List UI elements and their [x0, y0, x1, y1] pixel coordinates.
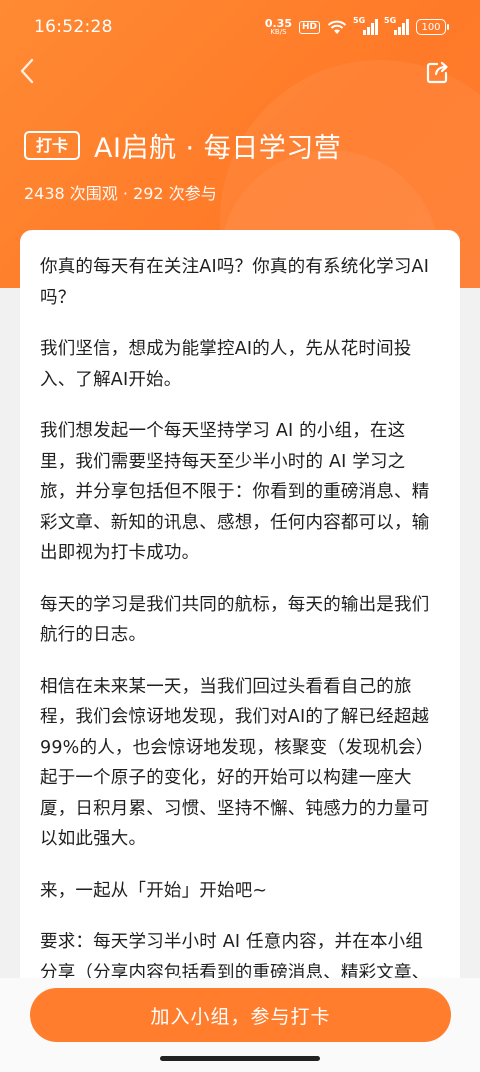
checkin-tag: 打卡 — [24, 130, 81, 161]
description-paragraph: 来，一起从「开始」开始吧~ — [40, 880, 268, 901]
group-title: AI启航 · 每日学习营 — [94, 133, 342, 164]
network-speed-unit: KB/S — [270, 28, 287, 36]
description-content: 你真的每天有在关注AI吗？你真的有系统化学习AI吗？ 我们坚信，想成为能掌控AI… — [20, 230, 460, 990]
sim2-label: 5G — [384, 16, 397, 25]
chevron-left-icon — [20, 58, 34, 84]
home-indicator[interactable] — [160, 1056, 320, 1061]
hd-icon: HD — [298, 20, 320, 34]
description-paragraph: 我们想发起一个每天坚持学习 AI 的小组，在这里，我们需要坚持每天至少半小时的 … — [40, 421, 430, 563]
join-group-button[interactable]: 加入小组，参与打卡 — [30, 988, 451, 1042]
description-paragraph: 我们坚信，想成为能掌控AI的人，先从花时间投入、了解AI开始。 — [40, 339, 412, 390]
share-button[interactable] — [426, 60, 450, 84]
description-paragraph: 相信在未来某一天，当我们回过头看看自己的旅程，我们会惊讶地发现，我们对AI的了解… — [40, 676, 434, 850]
group-stats: 2438 次围观 · 292 次参与 — [24, 184, 217, 203]
wifi-icon — [327, 20, 347, 34]
status-bar: 16:52:28 0.35 KB/S HD 5G 5G 100 — [0, 0, 480, 54]
battery-level: 100 — [421, 21, 441, 33]
back-button[interactable] — [14, 56, 40, 86]
description-paragraph: 每天的学习是我们共同的航标，每天的输出是我们航行的日志。 — [40, 594, 430, 646]
signal-icon: 5G — [353, 16, 378, 35]
group-title-row: 打卡 AI启航 · 每日学习营 — [24, 126, 341, 165]
description-paragraph: 你真的每天有在关注AI吗？你真的有系统化学习AI吗？ — [40, 257, 430, 308]
network-speed: 0.35 KB/S — [265, 18, 292, 36]
status-icons: 0.35 KB/S HD 5G 5G 100 — [265, 16, 449, 36]
sim1-label: 5G — [353, 16, 366, 25]
share-icon — [426, 61, 448, 84]
status-time: 16:52:28 — [34, 17, 113, 37]
battery-icon: 100 — [416, 19, 449, 35]
description-card: 你真的每天有在关注AI吗？你真的有系统化学习AI吗？ 我们坚信，想成为能掌控AI… — [20, 230, 460, 990]
signal-icon: 5G — [384, 16, 409, 35]
